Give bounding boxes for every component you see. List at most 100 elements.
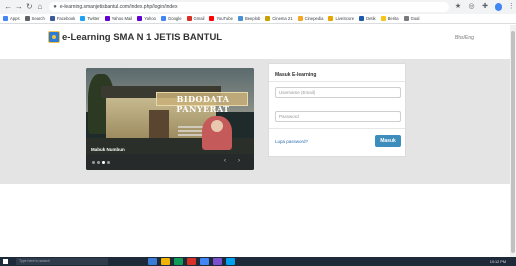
- bookmark-item[interactable]: Search: [24, 16, 45, 21]
- slider-dot[interactable]: [97, 161, 100, 164]
- bookmark-item[interactable]: Google: [161, 16, 182, 21]
- home-icon[interactable]: ⌂: [36, 2, 45, 12]
- bookmark-label: LiveScore: [335, 16, 355, 21]
- bookmark-item[interactable]: Yahoo Mail: [104, 16, 133, 21]
- address-bar[interactable]: ● e-learning.smanjetisbantul.com/index.p…: [49, 2, 450, 12]
- username-input[interactable]: [275, 87, 401, 98]
- bookmark-favicon-icon: [265, 16, 271, 21]
- bookmark-favicon-icon: [237, 16, 243, 21]
- site-title[interactable]: e-Learning SMA N 1 JETIS BANTUL: [62, 32, 222, 43]
- extension-icon[interactable]: ◎: [467, 2, 477, 12]
- bookmark-favicon-icon: [209, 16, 215, 21]
- taskbar-app-icon[interactable]: [148, 258, 157, 265]
- taskbar-app-icon[interactable]: [226, 258, 235, 265]
- slider-dot[interactable]: [102, 161, 105, 164]
- bookmark-item[interactable]: Cinepedia: [297, 16, 324, 21]
- bookmark-item[interactable]: YouTube: [209, 16, 233, 21]
- taskbar-app-icon[interactable]: [213, 258, 222, 265]
- school-logo[interactable]: [48, 31, 60, 43]
- lock-icon: ●: [53, 4, 57, 10]
- slide-gate-door: [149, 110, 169, 138]
- menu-icon[interactable]: ⋮: [506, 2, 516, 12]
- bookmark-label: Google: [168, 16, 182, 21]
- browser-toolbar: ← → ↻ ⌂ ● e-learning.smanjetisbantul.com…: [0, 0, 516, 14]
- os-taskbar: Type here to search 10:12 PM: [0, 257, 516, 266]
- bookmark-favicon-icon: [403, 16, 409, 21]
- taskbar-app-icon[interactable]: [187, 258, 196, 265]
- taskbar-search[interactable]: Type here to search: [16, 258, 108, 265]
- windows-icon: [2, 259, 8, 264]
- bookmark-item[interactable]: Berita: [380, 16, 399, 21]
- bookmark-label: Twitter: [87, 16, 100, 21]
- slider-navigation: ‹ ›: [86, 154, 254, 170]
- slide-title: Mabuk Numbun: [91, 147, 125, 152]
- taskbar-app-icon[interactable]: [200, 258, 209, 265]
- bookmark-favicon-icon: [104, 16, 110, 21]
- bookmark-label: Yahoo: [144, 16, 157, 21]
- main-band: [0, 59, 510, 184]
- back-icon[interactable]: ←: [4, 2, 13, 12]
- url-text: e-learning.smanjetisbantul.com/index.php…: [59, 4, 178, 10]
- site-header: e-Learning SMA N 1 JETIS BANTUL Bhs/Eng: [0, 25, 510, 59]
- bookmark-favicon-icon: [137, 16, 143, 21]
- bookmark-item[interactable]: Cinema 21: [265, 16, 293, 21]
- taskbar-apps: [148, 258, 239, 265]
- bookmark-label: Cinepedia: [304, 16, 324, 21]
- bookmark-item[interactable]: Yahoo: [137, 16, 156, 21]
- reload-icon[interactable]: ↻: [25, 2, 34, 12]
- prev-arrow-icon[interactable]: ‹: [224, 158, 226, 164]
- bookmark-favicon-icon: [380, 16, 386, 21]
- forgot-password-link[interactable]: Lupa password?: [275, 139, 308, 144]
- slide-banner: BIDODATA PANYERAT: [156, 92, 248, 114]
- bookmark-item[interactable]: Beeplob: [237, 16, 261, 21]
- next-arrow-icon[interactable]: ›: [238, 158, 240, 164]
- login-divider: [269, 81, 405, 82]
- start-button[interactable]: [0, 257, 10, 266]
- login-divider-bottom: [269, 128, 405, 129]
- bookmarks-bar: Apps Search Facebook Twitter Yahoo Mail Yahoo…: [0, 14, 516, 24]
- login-panel: Masuk E-learning Lupa password? Masuk: [268, 63, 406, 157]
- bookmark-label: Beeplob: [244, 16, 261, 21]
- star-icon[interactable]: ★: [453, 2, 463, 12]
- bookmark-label: Apps: [10, 16, 20, 21]
- slider-dots: [92, 161, 112, 164]
- login-button[interactable]: Masuk: [375, 135, 401, 147]
- scrollbar-thumb[interactable]: [511, 31, 515, 253]
- bookmark-favicon-icon: [80, 16, 86, 21]
- bookmark-item[interactable]: Gmail: [186, 16, 205, 21]
- bookmark-label: Goal: [410, 16, 420, 21]
- bookmark-item[interactable]: Twitter: [80, 16, 100, 21]
- password-input[interactable]: [275, 111, 401, 122]
- bookmark-item[interactable]: Detik: [359, 16, 376, 21]
- slider-dot[interactable]: [92, 161, 95, 164]
- bookmark-favicon-icon: [3, 16, 8, 21]
- slider-dot[interactable]: [107, 161, 110, 164]
- bookmark-item[interactable]: Goal: [403, 16, 420, 21]
- bookmark-label: Gmail: [193, 16, 205, 21]
- bookmark-favicon-icon: [24, 16, 30, 21]
- page-scrollbar[interactable]: [510, 25, 516, 257]
- login-title: Masuk E-learning: [275, 72, 317, 78]
- forward-icon[interactable]: →: [15, 2, 24, 12]
- slide-banner-text: BIDODATA PANYERAT: [176, 94, 230, 114]
- bookmark-favicon-icon: [328, 16, 334, 21]
- bookmark-favicon-icon: [161, 16, 167, 21]
- bookmark-favicon-icon: [186, 16, 192, 21]
- bookmark-label: Facebook: [56, 16, 76, 21]
- bookmark-item[interactable]: Apps: [3, 16, 20, 21]
- taskbar-app-icon[interactable]: [161, 258, 170, 265]
- bookmark-item[interactable]: Facebook: [49, 16, 76, 21]
- bookmark-label: Yahoo Mail: [111, 16, 133, 21]
- bookmark-favicon-icon: [49, 16, 55, 21]
- bookmark-label: Cinema 21: [272, 16, 293, 21]
- puzzle-icon[interactable]: ✚: [480, 2, 490, 12]
- bookmark-label: Detik: [366, 16, 376, 21]
- language-link[interactable]: Bhs/Eng: [455, 35, 474, 41]
- image-slider[interactable]: BIDODATA PANYERAT Mabuk Numbun ‹ ›: [86, 68, 254, 170]
- profile-avatar[interactable]: [494, 3, 503, 11]
- bookmark-favicon-icon: [359, 16, 365, 21]
- slide-person-photo: [202, 116, 232, 150]
- bookmark-item[interactable]: LiveScore: [328, 16, 354, 21]
- taskbar-app-icon[interactable]: [174, 258, 183, 265]
- taskbar-clock[interactable]: 10:12 PM: [490, 260, 506, 264]
